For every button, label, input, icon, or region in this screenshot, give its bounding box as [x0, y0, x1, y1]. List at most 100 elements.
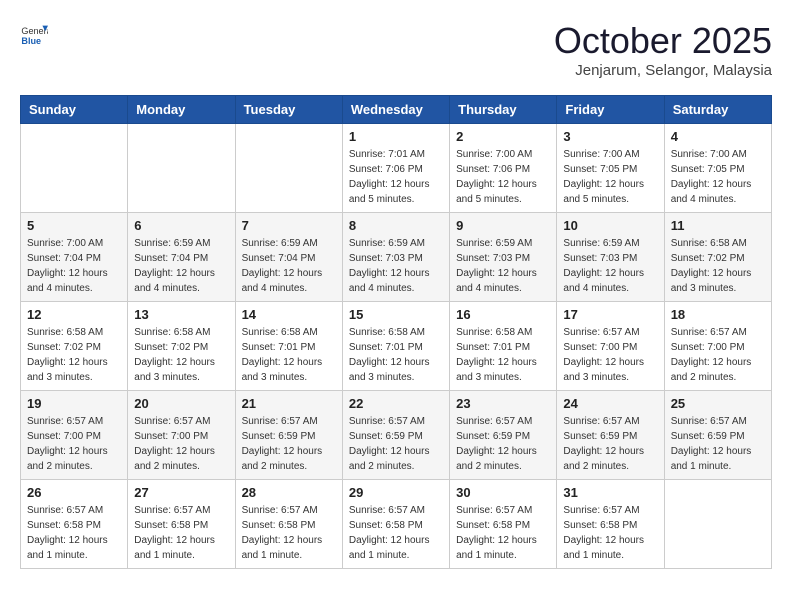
calendar-cell: 4Sunrise: 7:00 AMSunset: 7:05 PMDaylight… — [664, 124, 771, 213]
day-number: 23 — [456, 396, 550, 411]
day-info: Sunrise: 7:00 AMSunset: 7:06 PMDaylight:… — [456, 147, 550, 207]
day-number: 31 — [563, 485, 657, 500]
day-info: Sunrise: 6:57 AMSunset: 6:59 PMDaylight:… — [671, 414, 765, 474]
calendar-cell: 10 Sunrise: 6:59 AMSunset: 7:03 PMDayligh… — [557, 213, 664, 302]
calendar-cell: 23 Sunrise: 6:57 AMSunset: 6:59 PMDayligh… — [450, 391, 557, 480]
week-row-1: 1 Sunrise: 7:01 AMSunset: 7:06 PMDaylight… — [21, 124, 772, 213]
day-info: Sunrise: 6:59 AMSunset: 7:03 PMDaylight:… — [349, 236, 443, 296]
calendar-cell: 25 Sunrise: 6:57 AMSunset: 6:59 PMDayligh… — [664, 391, 771, 480]
logo: General Blue — [20, 20, 48, 48]
day-info: Sunrise: 6:57 AMSunset: 7:00 PMDaylight:… — [671, 325, 765, 385]
calendar-cell: 12 Sunrise: 6:58 AMSunset: 7:02 PMDayligh… — [21, 302, 128, 391]
day-number: 5 — [27, 218, 121, 233]
day-number: 10 — [563, 218, 657, 233]
day-number: 14 — [242, 307, 336, 322]
day-info: Sunrise: 6:58 AMSunset: 7:01 PMDaylight:… — [242, 325, 336, 385]
day-info: Sunrise: 7:00 AMSunset: 7:05 PMDaylight:… — [563, 147, 657, 207]
calendar-cell: 15 Sunrise: 6:58 AMSunset: 7:01 PMDayligh… — [342, 302, 449, 391]
day-number: 18 — [671, 307, 765, 322]
day-number: 25 — [671, 396, 765, 411]
day-number: 17 — [563, 307, 657, 322]
calendar-cell: 22 Sunrise: 6:57 AMSunset: 6:59 PMDayligh… — [342, 391, 449, 480]
day-info: Sunrise: 6:57 AMSunset: 6:59 PMDaylight:… — [242, 414, 336, 474]
week-row-2: 5 Sunrise: 7:00 AMSunset: 7:04 PMDaylight… — [21, 213, 772, 302]
calendar-cell: 11 Sunrise: 6:58 AMSunset: 7:02 PMDayligh… — [664, 213, 771, 302]
day-number: 30 — [456, 485, 550, 500]
calendar-cell — [235, 124, 342, 213]
location: Jenjarum, Selangor, Malaysia — [554, 62, 772, 79]
weekday-header-wednesday: Wednesday — [342, 96, 449, 124]
weekday-header-tuesday: Tuesday — [235, 96, 342, 124]
svg-text:Blue: Blue — [21, 36, 41, 46]
calendar-cell: 16Sunrise: 6:58 AMSunset: 7:01 PMDayligh… — [450, 302, 557, 391]
calendar-cell: 6Sunrise: 6:59 AMSunset: 7:04 PMDaylight… — [128, 213, 235, 302]
calendar-cell: 30 Sunrise: 6:57 AMSunset: 6:58 PMDayligh… — [450, 480, 557, 569]
week-row-3: 12 Sunrise: 6:58 AMSunset: 7:02 PMDayligh… — [21, 302, 772, 391]
calendar-cell: 9Sunrise: 6:59 AMSunset: 7:03 PMDaylight… — [450, 213, 557, 302]
calendar-cell — [21, 124, 128, 213]
weekday-header-thursday: Thursday — [450, 96, 557, 124]
calendar-table: SundayMondayTuesdayWednesdayThursdayFrid… — [20, 95, 772, 569]
day-info: Sunrise: 6:57 AMSunset: 7:00 PMDaylight:… — [134, 414, 228, 474]
day-info: Sunrise: 6:57 AMSunset: 7:00 PMDaylight:… — [27, 414, 121, 474]
week-row-5: 26Sunrise: 6:57 AMSunset: 6:58 PMDayligh… — [21, 480, 772, 569]
calendar-cell: 21 Sunrise: 6:57 AMSunset: 6:59 PMDayligh… — [235, 391, 342, 480]
day-info: Sunrise: 6:58 AMSunset: 7:02 PMDaylight:… — [27, 325, 121, 385]
weekday-header-monday: Monday — [128, 96, 235, 124]
calendar-cell: 8 Sunrise: 6:59 AMSunset: 7:03 PMDaylight… — [342, 213, 449, 302]
weekday-header-sunday: Sunday — [21, 96, 128, 124]
day-number: 3 — [563, 129, 657, 144]
calendar-cell: 29 Sunrise: 6:57 AMSunset: 6:58 PMDayligh… — [342, 480, 449, 569]
day-info: Sunrise: 7:01 AMSunset: 7:06 PMDaylight:… — [349, 147, 443, 207]
calendar-cell: 3 Sunrise: 7:00 AMSunset: 7:05 PMDaylight… — [557, 124, 664, 213]
day-info: Sunrise: 6:59 AMSunset: 7:03 PMDaylight:… — [563, 236, 657, 296]
calendar-cell: 17Sunrise: 6:57 AMSunset: 7:00 PMDayligh… — [557, 302, 664, 391]
calendar-cell: 13 Sunrise: 6:58 AMSunset: 7:02 PMDayligh… — [128, 302, 235, 391]
week-row-4: 19 Sunrise: 6:57 AMSunset: 7:00 PMDayligh… — [21, 391, 772, 480]
day-number: 8 — [349, 218, 443, 233]
day-number: 4 — [671, 129, 765, 144]
day-info: Sunrise: 6:59 AMSunset: 7:03 PMDaylight:… — [456, 236, 550, 296]
calendar-cell: 31 Sunrise: 6:57 AMSunset: 6:58 PMDayligh… — [557, 480, 664, 569]
weekday-header-row: SundayMondayTuesdayWednesdayThursdayFrid… — [21, 96, 772, 124]
weekday-header-friday: Friday — [557, 96, 664, 124]
calendar-cell: 14 Sunrise: 6:58 AMSunset: 7:01 PMDayligh… — [235, 302, 342, 391]
day-number: 1 — [349, 129, 443, 144]
day-number: 15 — [349, 307, 443, 322]
day-info: Sunrise: 6:58 AMSunset: 7:02 PMDaylight:… — [671, 236, 765, 296]
calendar-cell: 7 Sunrise: 6:59 AMSunset: 7:04 PMDaylight… — [235, 213, 342, 302]
calendar-cell — [128, 124, 235, 213]
day-number: 13 — [134, 307, 228, 322]
calendar-cell: 19 Sunrise: 6:57 AMSunset: 7:00 PMDayligh… — [21, 391, 128, 480]
day-number: 20 — [134, 396, 228, 411]
day-info: Sunrise: 6:57 AMSunset: 6:58 PMDaylight:… — [349, 503, 443, 563]
day-number: 24 — [563, 396, 657, 411]
calendar-cell: 27Sunrise: 6:57 AMSunset: 6:58 PMDayligh… — [128, 480, 235, 569]
day-info: Sunrise: 6:57 AMSunset: 6:58 PMDaylight:… — [456, 503, 550, 563]
day-info: Sunrise: 6:57 AMSunset: 6:59 PMDaylight:… — [349, 414, 443, 474]
day-number: 12 — [27, 307, 121, 322]
day-number: 22 — [349, 396, 443, 411]
day-number: 29 — [349, 485, 443, 500]
calendar-cell — [664, 480, 771, 569]
day-info: Sunrise: 7:00 AMSunset: 7:04 PMDaylight:… — [27, 236, 121, 296]
calendar-cell: 1 Sunrise: 7:01 AMSunset: 7:06 PMDaylight… — [342, 124, 449, 213]
calendar-cell: 20 Sunrise: 6:57 AMSunset: 7:00 PMDayligh… — [128, 391, 235, 480]
calendar-cell: 24Sunrise: 6:57 AMSunset: 6:59 PMDayligh… — [557, 391, 664, 480]
calendar-cell: 2Sunrise: 7:00 AMSunset: 7:06 PMDaylight… — [450, 124, 557, 213]
day-info: Sunrise: 6:58 AMSunset: 7:02 PMDaylight:… — [134, 325, 228, 385]
calendar-cell: 28Sunrise: 6:57 AMSunset: 6:58 PMDayligh… — [235, 480, 342, 569]
day-info: Sunrise: 6:59 AMSunset: 7:04 PMDaylight:… — [134, 236, 228, 296]
day-number: 28 — [242, 485, 336, 500]
title-section: October 2025 Jenjarum, Selangor, Malaysi… — [554, 20, 772, 79]
day-info: Sunrise: 6:58 AMSunset: 7:01 PMDaylight:… — [349, 325, 443, 385]
day-number: 19 — [27, 396, 121, 411]
day-info: Sunrise: 6:59 AMSunset: 7:04 PMDaylight:… — [242, 236, 336, 296]
day-number: 11 — [671, 218, 765, 233]
day-info: Sunrise: 6:57 AMSunset: 6:59 PMDaylight:… — [456, 414, 550, 474]
calendar-cell: 5 Sunrise: 7:00 AMSunset: 7:04 PMDaylight… — [21, 213, 128, 302]
day-info: Sunrise: 6:57 AMSunset: 6:58 PMDaylight:… — [563, 503, 657, 563]
day-number: 27 — [134, 485, 228, 500]
day-number: 21 — [242, 396, 336, 411]
day-number: 7 — [242, 218, 336, 233]
